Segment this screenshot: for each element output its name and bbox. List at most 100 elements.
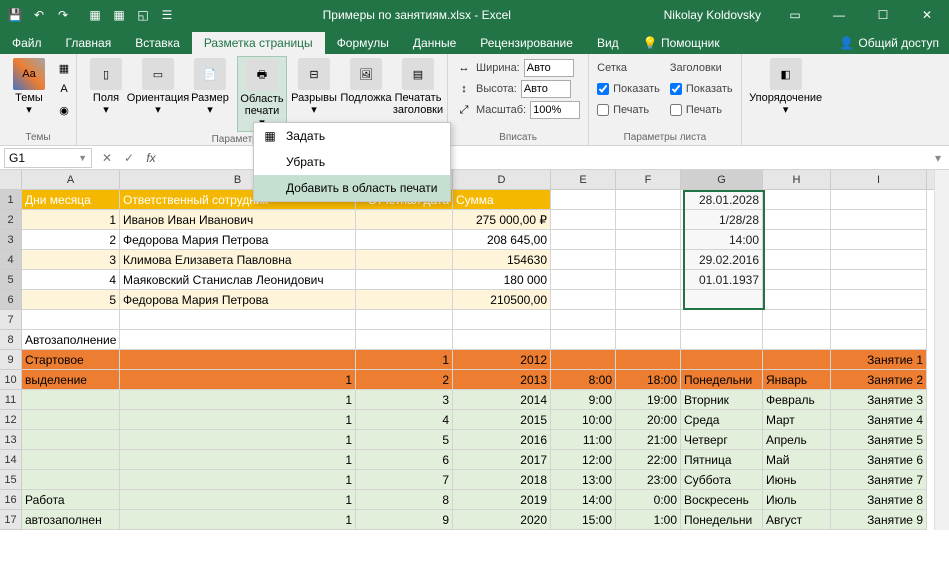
cell[interactable] [616,250,681,270]
cell[interactable] [22,450,120,470]
cell[interactable]: Стартовое [22,350,120,370]
cell[interactable] [453,330,551,350]
tab-view[interactable]: Вид [585,32,631,54]
cell[interactable]: 14:00 [551,490,616,510]
cell[interactable] [763,310,831,330]
gridlines-view-checkbox[interactable] [597,83,609,95]
cell[interactable] [831,190,927,210]
cell[interactable]: Занятие 1 [831,350,927,370]
cell[interactable] [551,310,616,330]
headings-view-checkbox[interactable] [670,83,682,95]
cell[interactable]: Климова Елизавета Павловна [120,250,356,270]
cell[interactable] [616,290,681,310]
effects-button[interactable]: ◉ [56,100,72,120]
row-header[interactable]: 1 [0,190,22,210]
cell[interactable]: 01.01.1937 [681,270,763,290]
cell[interactable]: Июль [763,490,831,510]
spreadsheet-grid[interactable]: A B C D E F G H I 1Дни месяцаОтветственн… [0,170,949,530]
cell[interactable]: 7 [356,470,453,490]
cell[interactable]: 8:00 [551,370,616,390]
ribbon-options-icon[interactable]: ▭ [773,0,817,30]
scale-input[interactable] [530,101,580,119]
cell[interactable] [22,390,120,410]
cell[interactable]: Занятие 9 [831,510,927,530]
cell[interactable]: Пятница [681,450,763,470]
cell[interactable]: Апрель [763,430,831,450]
maximize-icon[interactable]: ☐ [861,0,905,30]
cell[interactable] [356,210,453,230]
row-header[interactable]: 6 [0,290,22,310]
redo-icon[interactable]: ↷ [52,4,74,26]
cell[interactable] [831,250,927,270]
cell[interactable]: 2012 [453,350,551,370]
row-header[interactable]: 17 [0,510,22,530]
cell[interactable]: Понедельни [681,510,763,530]
cell[interactable] [551,250,616,270]
cell[interactable] [831,270,927,290]
cell[interactable] [120,330,356,350]
cell[interactable]: 2019 [453,490,551,510]
expand-formula-icon[interactable]: ▾ [927,148,949,168]
cell[interactable] [356,330,453,350]
tab-tellme[interactable]: 💡 Помощник [631,32,732,54]
cell[interactable] [551,210,616,230]
cell[interactable]: 3 [356,390,453,410]
cell[interactable]: 1 [120,490,356,510]
cell[interactable]: Федорова Мария Петрова [120,290,356,310]
row-header[interactable]: 5 [0,270,22,290]
save-icon[interactable]: 💾 [4,4,26,26]
cell[interactable]: 10:00 [551,410,616,430]
cell[interactable] [356,290,453,310]
print-titles-button[interactable]: ▤Печатать заголовки [393,56,443,118]
cell[interactable] [616,350,681,370]
cell[interactable]: 2017 [453,450,551,470]
row-header[interactable]: 10 [0,370,22,390]
cell[interactable]: 22:00 [616,450,681,470]
row-header[interactable]: 7 [0,310,22,330]
row-header[interactable]: 11 [0,390,22,410]
size-button[interactable]: 📄Размер▾ [185,56,235,118]
cell[interactable]: Маяковский Станислав Леонидович [120,270,356,290]
cell[interactable] [616,190,681,210]
cell[interactable]: Сумма [453,190,551,210]
cell[interactable] [616,270,681,290]
colors-button[interactable]: ▦ [56,58,72,78]
fonts-button[interactable]: A [56,79,72,99]
tab-review[interactable]: Рецензирование [468,32,585,54]
cell[interactable]: Автозаполнение [22,330,120,350]
minimize-icon[interactable]: — [817,0,861,30]
col-header[interactable]: D [453,170,551,189]
cell[interactable]: 6 [356,450,453,470]
cell[interactable] [763,330,831,350]
cell[interactable] [616,310,681,330]
cell[interactable] [22,470,120,490]
row-header[interactable]: 15 [0,470,22,490]
tab-formulas[interactable]: Формулы [325,32,401,54]
cell[interactable] [681,290,763,310]
cell[interactable]: Федорова Мария Петрова [120,230,356,250]
cell[interactable]: выделение [22,370,120,390]
cell[interactable] [551,230,616,250]
cell[interactable]: 2 [22,230,120,250]
cell[interactable] [616,330,681,350]
cell[interactable]: 9 [356,510,453,530]
cell[interactable]: 2015 [453,410,551,430]
cell[interactable]: Июнь [763,470,831,490]
cell[interactable] [356,230,453,250]
col-header[interactable]: F [616,170,681,189]
cell[interactable]: 1 [120,450,356,470]
cancel-formula-icon[interactable]: ✕ [96,148,118,168]
vertical-scrollbar[interactable] [934,170,949,530]
undo-icon[interactable]: ↶ [28,4,50,26]
row-header[interactable]: 4 [0,250,22,270]
cell[interactable]: Суббота [681,470,763,490]
cell[interactable] [616,230,681,250]
select-all-corner[interactable] [0,170,22,189]
cell[interactable]: 23:00 [616,470,681,490]
close-icon[interactable]: ✕ [905,0,949,30]
cell[interactable] [763,230,831,250]
cell[interactable] [22,310,120,330]
cell[interactable]: 29.02.2016 [681,250,763,270]
cell[interactable]: Дни месяца [22,190,120,210]
cell[interactable]: 15:00 [551,510,616,530]
